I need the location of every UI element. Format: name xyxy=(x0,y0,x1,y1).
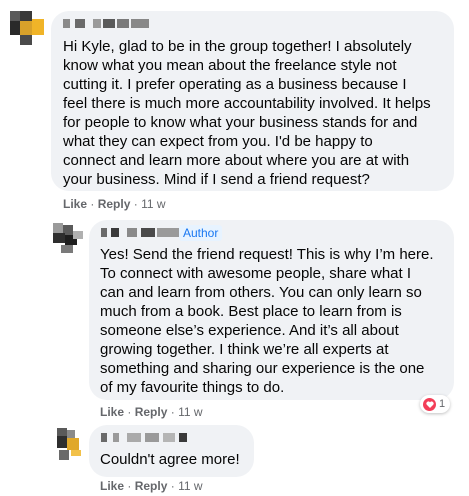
comment-bubble: Couldn't agree more! xyxy=(89,425,254,477)
like-button[interactable]: Like xyxy=(100,405,124,419)
comment-text-line: something and sharing our experience is … xyxy=(100,360,425,377)
reaction-summary[interactable]: 1 xyxy=(420,395,451,413)
author-badge: Author xyxy=(179,225,223,241)
comment-text-line: To connect with awesome people, share wh… xyxy=(100,265,412,282)
commenter-name[interactable] xyxy=(101,433,193,447)
like-button[interactable]: Like xyxy=(100,479,124,493)
comment-text-line: someone else’s experience. And it’s all … xyxy=(100,322,399,339)
timestamp[interactable]: 11 w xyxy=(178,405,202,419)
comment-actions: Like · Reply · 11 w xyxy=(100,405,203,419)
timestamp[interactable]: 11 w xyxy=(141,197,165,211)
commenter-name[interactable] xyxy=(63,19,163,33)
avatar[interactable] xyxy=(53,223,83,253)
comment-bubble: Hi Kyle, glad to be in the group togethe… xyxy=(51,11,454,191)
comment-text-line: much from a book. Best place to learn fr… xyxy=(100,303,402,320)
comment-text-line: connect and learn more about where you a… xyxy=(63,152,410,169)
comment-text-line: Hi Kyle, glad to be in the group togethe… xyxy=(63,38,412,55)
separator: · xyxy=(127,479,132,493)
separator: · xyxy=(127,405,132,419)
separator: · xyxy=(90,197,95,211)
heart-reaction-icon xyxy=(423,397,436,411)
comment-actions: Like · Reply · 11 w xyxy=(63,197,166,211)
reply-button[interactable]: Reply xyxy=(135,405,168,419)
comment-text-line: growing together. I think we’re all expe… xyxy=(100,341,389,358)
comment-text-line: cutting it. I prefer operating as a busi… xyxy=(63,76,407,93)
comment-text-line: feel there is much more accountability i… xyxy=(63,95,431,112)
comment-text-line: for people to know what your business st… xyxy=(63,114,418,131)
reply-button[interactable]: Reply xyxy=(98,197,131,211)
timestamp[interactable]: 11 w xyxy=(178,479,202,493)
comment-text-line: Yes! Send the friend request! This is wh… xyxy=(100,246,434,263)
comment-text-line: your business. Mind if I send a friend r… xyxy=(63,171,370,188)
reaction-count: 1 xyxy=(439,398,446,410)
like-button[interactable]: Like xyxy=(63,197,87,211)
avatar[interactable] xyxy=(57,428,83,460)
comment-actions: Like · Reply · 11 w xyxy=(100,479,203,493)
commenter-name[interactable] xyxy=(101,228,187,242)
comment-text-line: Couldn't agree more! xyxy=(100,451,240,468)
avatar[interactable] xyxy=(10,11,44,45)
comment-bubble: Author Yes! Send the friend request! Thi… xyxy=(89,220,454,400)
comment-text-line: know what you mean about the freelance s… xyxy=(63,57,397,74)
separator: · xyxy=(170,405,175,419)
comment-text-line: can and learn from others. You can only … xyxy=(100,284,422,301)
separator: · xyxy=(170,479,175,493)
reply-button[interactable]: Reply xyxy=(135,479,168,493)
separator: · xyxy=(133,197,138,211)
comment-text-line: of my favourite things to do. xyxy=(100,379,285,396)
comment-text-line: what they can expect from you. I'd be ha… xyxy=(63,133,373,150)
